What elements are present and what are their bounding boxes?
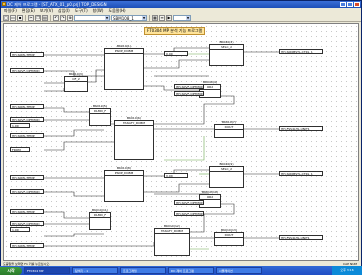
literal-value[interactable]: 0.00 <box>164 51 188 56</box>
redo-icon[interactable]: ↷ <box>60 14 66 21</box>
maximize-button[interactable] <box>347 2 353 7</box>
new-icon[interactable]: □ <box>3 14 9 21</box>
open-icon[interactable]: ▭ <box>10 14 16 21</box>
toolbar-separator <box>25 14 26 21</box>
block-name: DLMD_F <box>90 213 110 218</box>
input-tag[interactable]: HH-S0VF-OPTMOD <box>10 189 44 194</box>
title-bar: DC 제어 프로그램 - [ST_ATX_01_p0.prj] TOP_DESI… <box>1 1 361 8</box>
undo-icon[interactable]: ↶ <box>53 14 59 21</box>
toolbar: □ ▭ ▪ ✂ ❐ ▤ ↶ ↷ ⊕ ▼ SBM108_1 ▼ ▦ ≡ ▶ ▼ <box>1 14 361 22</box>
output-tag[interactable]: HH-S0NMSTL-CTRL_1 <box>279 171 323 176</box>
diagram-canvas[interactable]: FT0304 MP 분석 기능 프로그램 HH-S0ML-TEMP HH-S0V… <box>3 23 359 261</box>
chevron-down-icon: ▼ <box>186 15 190 20</box>
input-tag[interactable]: FROM <box>10 147 30 152</box>
function-block[interactable]: BK010(6) FASGTY_DCBM <box>114 116 154 160</box>
input-tag[interactable]: HH-S0ML-TEMP <box>10 133 44 138</box>
block-id: BK010(8) <box>116 166 131 170</box>
taskbar-item[interactable]: 프로그래밍 <box>120 267 166 274</box>
save-icon[interactable]: ▪ <box>17 14 23 21</box>
grid-icon[interactable]: ▦ <box>152 14 158 21</box>
function-block[interactable]: BK010(1) PSDP_DCBM <box>104 44 144 90</box>
cut-icon[interactable]: ✂ <box>28 14 34 21</box>
mid-tag[interactable]: HH-S0VF-OPTMOD <box>174 200 204 205</box>
literal-value[interactable]: 0.00 <box>164 173 188 178</box>
close-button[interactable] <box>354 2 360 7</box>
block-id: BK010(1) <box>116 44 131 48</box>
minimize-button[interactable] <box>340 2 346 7</box>
input-tag[interactable]: HH-S0VF-OPTMOD <box>10 117 44 122</box>
block-id: BK010(6) <box>126 116 141 120</box>
toolbar-separator <box>149 14 150 21</box>
taskbar-item[interactable]: 시뮬레이션 <box>216 267 262 274</box>
diagram-banner: FT0304 MP 분석 기능 프로그램 <box>144 27 206 35</box>
block-name: FASGTY_DCBM <box>115 121 153 126</box>
block-id: BK010(5) <box>92 104 107 108</box>
constant-value[interactable]: 1.00 <box>10 227 30 232</box>
block-id: BK040(9) <box>219 162 234 166</box>
block-id: BK010(3) <box>68 72 83 76</box>
taskbar: 시작 FT0304 MP 탐색기 - 1 프로그래밍 DC 제어 프로그램 시뮬… <box>0 266 362 275</box>
chevron-down-icon: ▼ <box>105 15 109 20</box>
block-name: PSDP_DCBM <box>105 171 143 176</box>
block-name: PSDP_DCBM <box>105 49 143 54</box>
input-tag[interactable]: HH-S0ML-TEMP <box>10 209 44 214</box>
block-name: FASGTY_DCBM <box>155 229 189 234</box>
output-tag[interactable]: HH-S0NMSTL-CTRL_1 <box>279 49 323 54</box>
function-block[interactable]: BK010(5) DLMD_F <box>89 104 111 126</box>
app-icon <box>2 2 6 6</box>
mid-tag[interactable]: HH-S0VF-OPTMOD <box>174 84 204 89</box>
align-icon[interactable]: ≡ <box>159 14 165 21</box>
block-id: BK040(2) <box>219 40 234 44</box>
mid-tag[interactable]: HH-S0VF-OPTMOD <box>174 211 204 216</box>
system-clock: 오후 3:16 <box>332 266 362 275</box>
function-block[interactable]: BK040(9) SELC_2 <box>209 162 244 188</box>
taskbar-item[interactable]: DC 제어 프로그램 <box>168 267 214 274</box>
input-tag[interactable]: HH-S0ML-TEMP <box>10 175 44 180</box>
block-name-value: SBM108_1 <box>113 15 134 21</box>
block-id: BK010(7) <box>221 120 236 124</box>
constant-value[interactable]: 1.00 <box>10 123 30 128</box>
taskbar-item[interactable]: 탐색기 - 1 <box>72 267 118 274</box>
zoom-icon[interactable]: ⊕ <box>67 14 73 21</box>
block-id: BK010(12) <box>164 224 180 228</box>
window-controls <box>340 2 360 7</box>
block-id: BK010(11) <box>92 208 108 212</box>
block-name: SELC_2 <box>210 167 243 172</box>
zoom-combo[interactable]: ▼ <box>173 14 191 21</box>
toolbar-separator <box>50 14 51 21</box>
copy-icon[interactable]: ❐ <box>35 14 41 21</box>
block-id: BK010(13) <box>221 228 237 232</box>
function-block[interactable]: BK010(3) OF_2 <box>64 72 88 92</box>
input-tag[interactable]: HH-S0VF-OPTMOD <box>10 68 44 73</box>
block-name: DOUT <box>215 233 243 238</box>
taskbar-item[interactable]: FT0304 MP <box>24 267 70 274</box>
block-id: BK010(10) <box>202 190 218 194</box>
block-name: DOUT <box>215 125 243 130</box>
input-tag[interactable]: HH-S0ML-TEMP <box>10 104 44 109</box>
function-block[interactable]: BK010(12) FASGTY_DCBM <box>154 224 190 256</box>
block-name: SELC_2 <box>210 45 243 50</box>
input-tag[interactable]: HH-S0ML-TEMP <box>10 243 44 248</box>
start-button[interactable]: 시작 <box>0 266 22 275</box>
block-name: DLMD_F <box>90 109 110 114</box>
output-tag[interactable]: HH-FSS4LHL-UNIT1 <box>279 126 323 131</box>
output-tag[interactable]: HH-FSS4LHL-UNIT1 <box>279 235 323 240</box>
block-name-combo[interactable]: SBM108_1 ▼ <box>111 14 147 21</box>
function-block[interactable]: BK010(11) DLMD_F <box>89 208 111 230</box>
input-tag[interactable]: HH-S0VF-OPTMOD <box>10 221 44 226</box>
input-tag[interactable]: HH-S0ML-TEMP <box>10 52 44 57</box>
paste-icon[interactable]: ▤ <box>42 14 48 21</box>
function-block[interactable]: BK010(8) PSDP_DCBM <box>104 166 144 202</box>
block-name: OF_2 <box>65 77 87 82</box>
function-block[interactable]: BK040(2) SELC_2 <box>209 40 244 66</box>
mid-tag[interactable]: HH-S0VF-OPTMOD <box>174 91 204 96</box>
compile-icon[interactable]: ▶ <box>166 14 172 21</box>
chevron-down-icon: ▼ <box>142 15 146 20</box>
block-type-combo[interactable]: ▼ <box>74 14 110 21</box>
app-window: DC 제어 프로그램 - [ST_ATX_01_p0.prj] TOP_DESI… <box>0 0 362 275</box>
function-block[interactable]: BK010(7) DOUT <box>214 120 244 138</box>
function-block[interactable]: BK010(13) DOUT <box>214 228 244 246</box>
